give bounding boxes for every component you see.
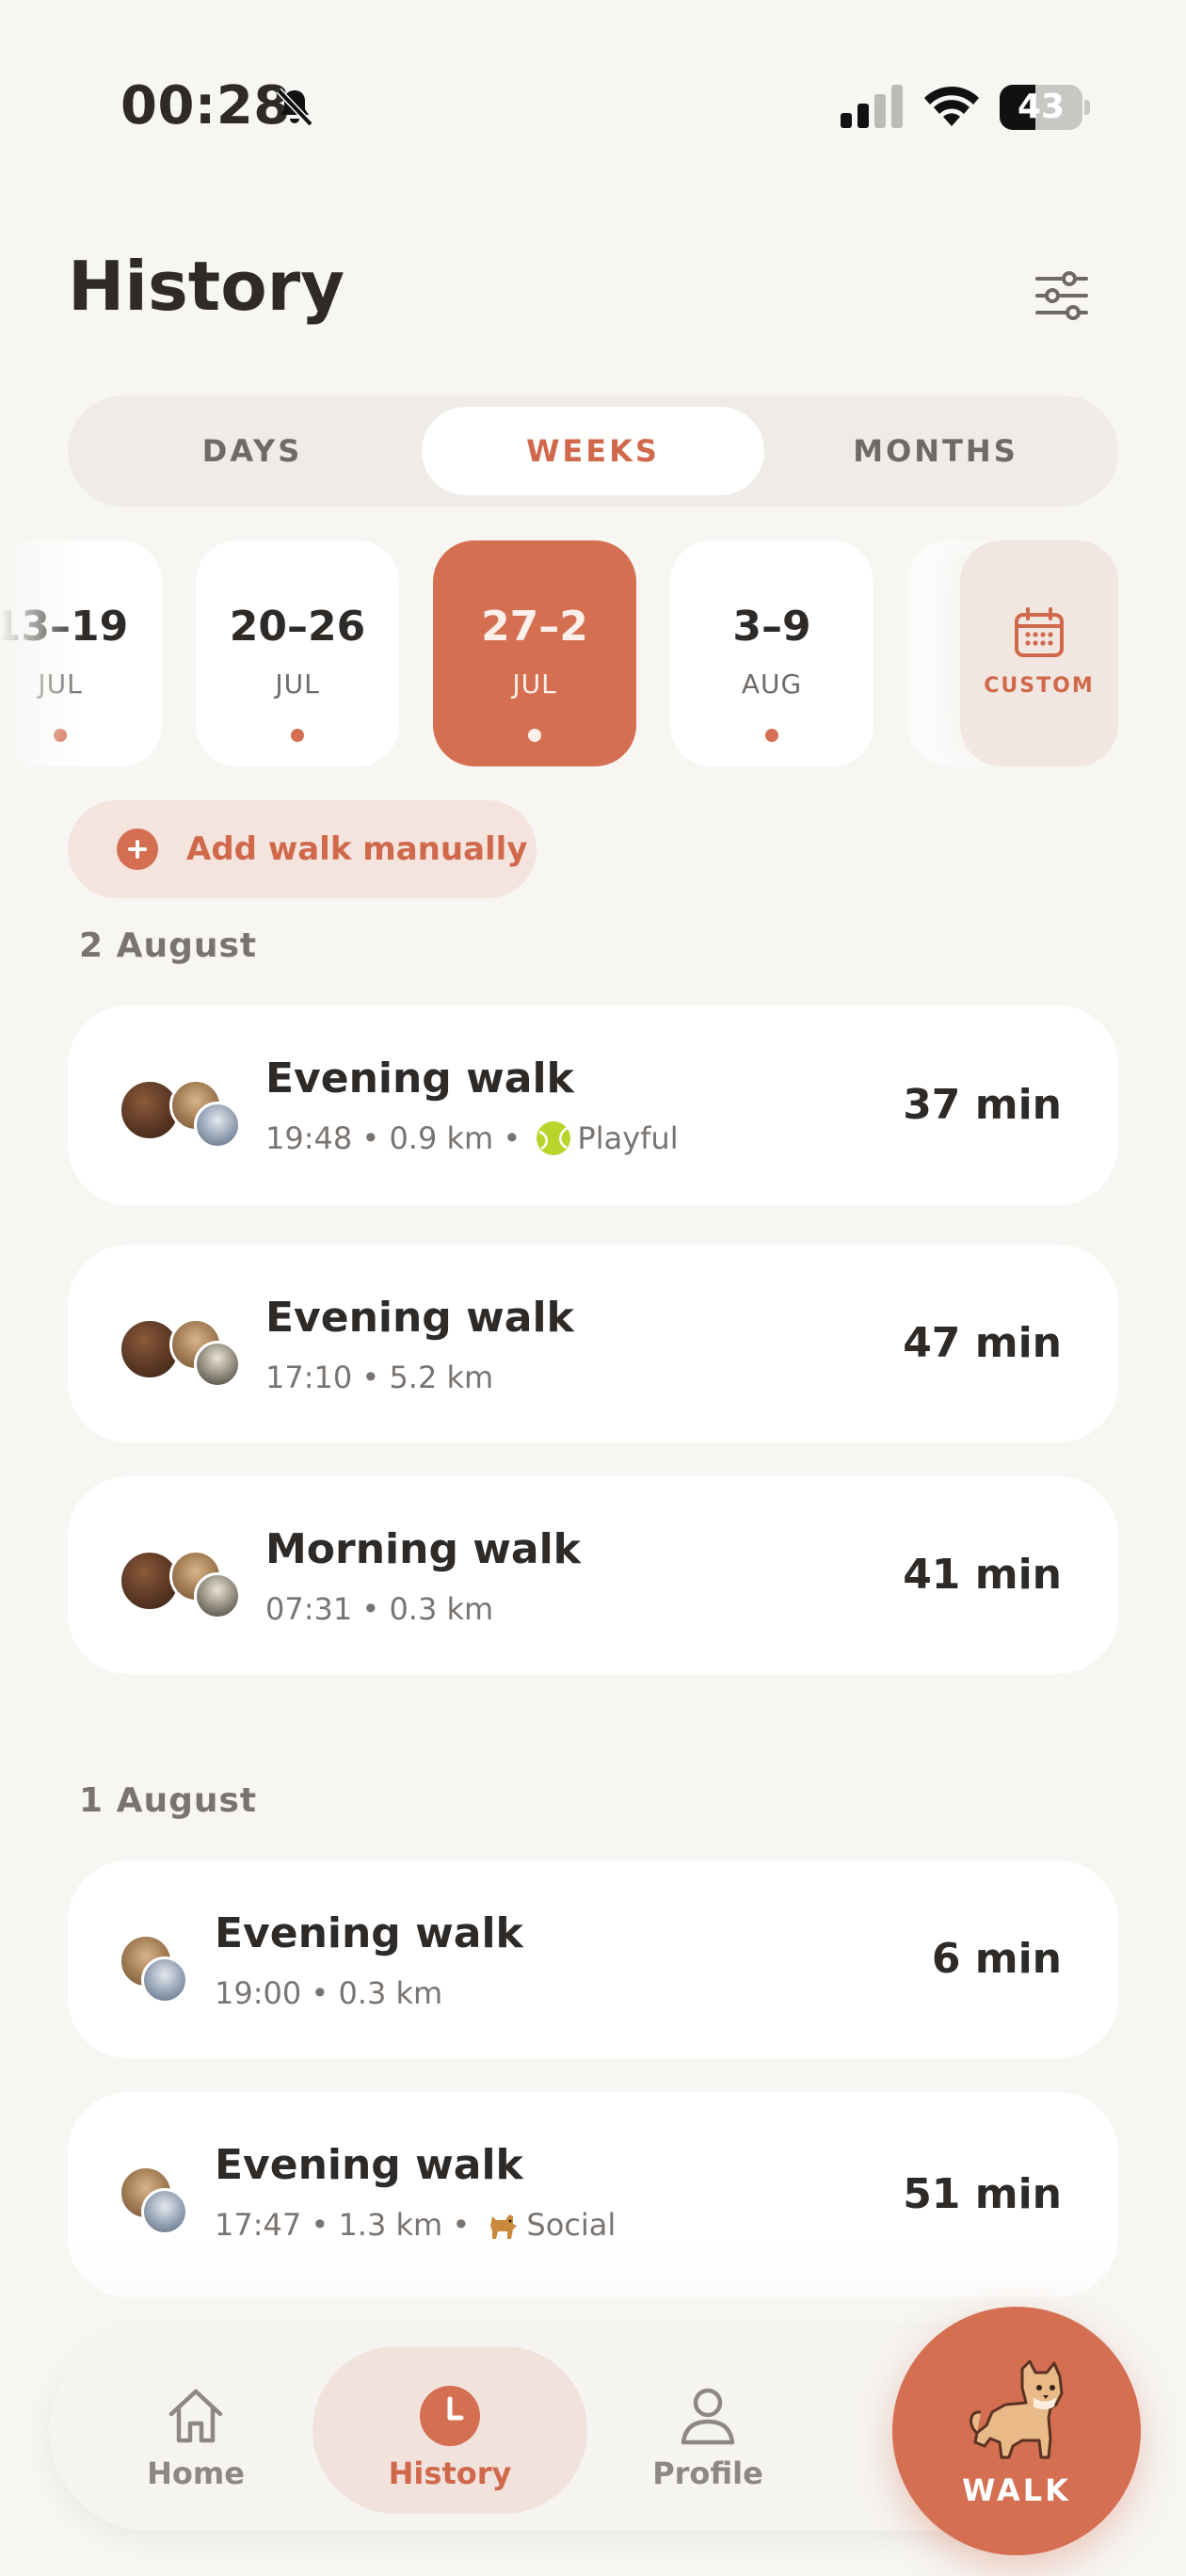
week-range: 3–9 xyxy=(732,603,811,651)
walker-avatar xyxy=(194,1341,241,1388)
walk-mood: Playful xyxy=(577,1120,679,1156)
walk-meta: 17:47 • 1.3 km • Social xyxy=(215,2207,617,2243)
start-walk-button[interactable]: WALK xyxy=(892,2307,1141,2555)
clock-icon xyxy=(420,2386,480,2446)
walk-card[interactable]: Evening walk 19:00 • 0.3 km 6 min xyxy=(68,1860,1118,2058)
section-date-label: 1 August xyxy=(79,1781,258,1820)
walk-meta: 07:31 • 0.3 km xyxy=(265,1591,494,1627)
walk-meta: 19:00 • 0.3 km xyxy=(215,1975,443,2011)
battery-icon: 43 xyxy=(1000,85,1090,130)
walk-title: Evening walk xyxy=(265,1055,574,1103)
status-bar: 00:28 43 xyxy=(0,0,1186,217)
tab-days[interactable]: DAYS xyxy=(81,407,424,495)
has-walks-dot xyxy=(528,729,541,742)
week-month: AUG xyxy=(741,668,803,700)
battery-percentage: 43 xyxy=(1017,88,1066,126)
calendar-icon xyxy=(1015,607,1064,657)
tennis-ball-icon xyxy=(537,1121,571,1155)
walk-duration: 47 min xyxy=(903,1319,1062,1367)
status-time: 00:28 xyxy=(120,75,291,137)
week-range: 20–26 xyxy=(229,603,366,651)
shiba-dog-icon xyxy=(970,2359,1064,2459)
walk-mood: Social xyxy=(526,2207,617,2243)
walk-card[interactable]: Evening walk 19:48 • 0.9 km • Playful 37… xyxy=(68,1006,1118,1205)
walk-duration: 6 min xyxy=(931,1935,1062,1983)
nav-profile-label: Profile xyxy=(652,2455,763,2491)
walker-avatar xyxy=(194,1102,241,1149)
week-card[interactable]: 20–26 JUL xyxy=(196,540,399,766)
dog-social-icon xyxy=(490,2214,518,2239)
walker-avatar xyxy=(141,1956,188,2004)
week-month: JUL xyxy=(275,668,320,700)
week-month: JUL xyxy=(512,668,557,700)
plus-circle-icon xyxy=(117,829,158,870)
walk-meta: 17:10 • 5.2 km xyxy=(265,1360,494,1395)
wifi-icon xyxy=(924,86,979,126)
tab-months[interactable]: MONTHS xyxy=(764,407,1107,495)
walk-duration: 41 min xyxy=(903,1551,1062,1599)
walk-duration: 37 min xyxy=(903,1081,1062,1129)
home-icon xyxy=(168,2389,223,2443)
walk-meta: 19:48 • 0.9 km • Playful xyxy=(265,1120,679,1156)
nav-home-label: Home xyxy=(147,2455,245,2491)
page-title: History xyxy=(68,247,345,326)
walk-card[interactable]: Evening walk 17:10 • 5.2 km 47 min xyxy=(68,1245,1118,1442)
add-walk-manually-button[interactable]: Add walk manually xyxy=(68,800,537,898)
nav-history-label: History xyxy=(388,2455,512,2491)
has-walks-dot xyxy=(291,729,304,742)
week-selector: 13–19 JUL 20–26 JUL 27–2 JUL 3–9 AUG CUS… xyxy=(0,540,1186,766)
walk-title: Evening walk xyxy=(265,1294,574,1342)
section-date-label: 2 August xyxy=(79,926,258,965)
nav-home[interactable]: Home xyxy=(58,2346,333,2514)
nav-profile[interactable]: Profile xyxy=(570,2346,845,2514)
walk-card[interactable]: Morning walk 07:31 • 0.3 km 41 min xyxy=(68,1476,1118,1674)
week-card[interactable]: 3–9 AUG xyxy=(670,540,873,766)
walk-fab-label: WALK xyxy=(962,2472,1071,2508)
custom-range-button[interactable]: CUSTOM xyxy=(960,540,1118,766)
nav-history[interactable]: History xyxy=(313,2346,587,2514)
has-walks-dot xyxy=(765,729,778,742)
week-range: 27–2 xyxy=(481,603,588,651)
walker-avatar xyxy=(141,2188,188,2235)
walk-title: Morning walk xyxy=(265,1525,581,1573)
add-walk-label: Add walk manually xyxy=(186,830,528,868)
period-segmented-control: DAYS WEEKS MONTHS xyxy=(68,395,1118,507)
filter-sliders-icon[interactable] xyxy=(1032,266,1092,326)
week-card-selected[interactable]: 27–2 JUL xyxy=(433,540,636,766)
walk-title: Evening walk xyxy=(215,1909,523,1957)
person-icon xyxy=(681,2388,735,2445)
walker-avatar xyxy=(194,1572,241,1619)
bell-muted-icon xyxy=(276,88,313,127)
walk-title: Evening walk xyxy=(215,2141,523,2189)
custom-label: CUSTOM xyxy=(984,674,1095,698)
tab-weeks[interactable]: WEEKS xyxy=(422,407,764,495)
cellular-signal-icon xyxy=(841,85,903,128)
